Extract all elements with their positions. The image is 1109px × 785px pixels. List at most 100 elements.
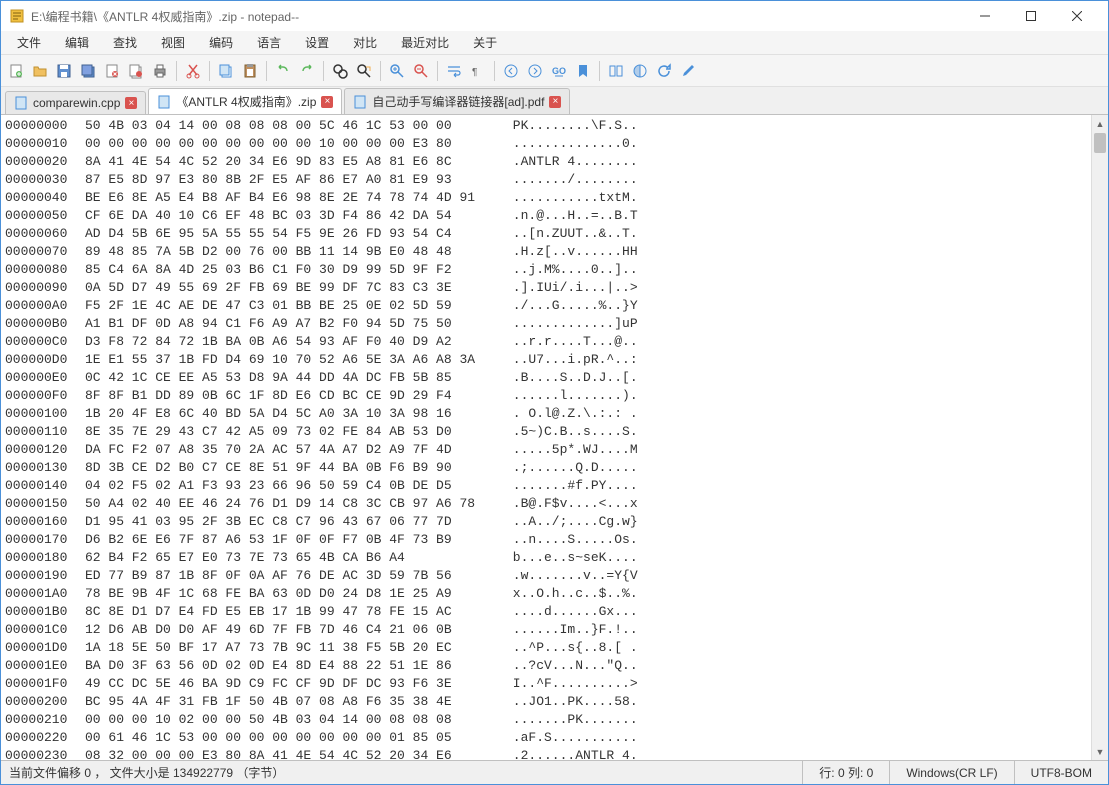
tab-close-icon[interactable]: × xyxy=(125,97,137,109)
file-icon xyxy=(14,96,28,110)
hex-row[interactable]: 0000008085 C4 6A 8A 4D 25 03 B6 C1 F0 30… xyxy=(5,261,1104,279)
tab-label: 《ANTLR 4权威指南》.zip xyxy=(176,93,316,110)
hex-row[interactable]: 0000015050 A4 02 40 EE 46 24 76 D1 D9 14… xyxy=(5,495,1104,513)
paste-icon[interactable] xyxy=(239,60,261,82)
hex-row[interactable]: 000001B08C 8E D1 D7 E4 FD E5 EB 17 1B 99… xyxy=(5,603,1104,621)
hex-row[interactable]: 00000190ED 77 B9 87 1B 8F 0F 0A AF 76 DE… xyxy=(5,567,1104,585)
hex-row[interactable]: 0000023008 32 00 00 00 E3 80 8A 41 4E 54… xyxy=(5,747,1104,760)
new-file-icon[interactable] xyxy=(5,60,27,82)
close-all-icon[interactable] xyxy=(125,60,147,82)
hex-row[interactable]: 0000007089 48 85 7A 5B D2 00 76 00 BB 11… xyxy=(5,243,1104,261)
hex-row[interactable]: 000000A0F5 2F 1E 4C AE DE 47 C3 01 BB BE… xyxy=(5,297,1104,315)
toolbar-separator xyxy=(323,61,324,81)
show-chars-icon[interactable]: ¶ xyxy=(467,60,489,82)
menu-compare[interactable]: 对比 xyxy=(341,31,389,54)
hex-row[interactable]: 0000021000 00 00 10 02 00 00 50 4B 03 04… xyxy=(5,711,1104,729)
hex-row[interactable]: 000000E00C 42 1C CE EE A5 53 D8 9A 44 DD… xyxy=(5,369,1104,387)
undo-icon[interactable] xyxy=(272,60,294,82)
menu-language[interactable]: 语言 xyxy=(245,31,293,54)
refresh-icon[interactable] xyxy=(653,60,675,82)
open-file-icon[interactable] xyxy=(29,60,51,82)
hex-row[interactable]: 000001C012 D6 AB D0 D0 AF 49 6D 7F FB 7D… xyxy=(5,621,1104,639)
menubar: 文件 编辑 查找 视图 编码 语言 设置 对比 最近对比 关于 xyxy=(1,31,1108,55)
save-all-icon[interactable] xyxy=(77,60,99,82)
tab-antlr-zip[interactable]: 《ANTLR 4权威指南》.zip × xyxy=(148,88,342,114)
compare-icon[interactable] xyxy=(605,60,627,82)
hex-row[interactable]: 000001E0BA D0 3F 63 56 0D 02 0D E4 8D E4… xyxy=(5,657,1104,675)
menu-recent-compare[interactable]: 最近对比 xyxy=(389,31,461,54)
status-eol[interactable]: Windows(CR LF) xyxy=(889,761,1013,784)
menu-view[interactable]: 视图 xyxy=(149,31,197,54)
hex-row[interactable]: 0000001000 00 00 00 00 00 00 00 00 00 10… xyxy=(5,135,1104,153)
scroll-up-arrow[interactable]: ▲ xyxy=(1092,115,1108,132)
hex-row[interactable]: 000001A078 BE 9B 4F 1C 68 FE BA 63 0D D0… xyxy=(5,585,1104,603)
hex-row[interactable]: 000000208A 41 4E 54 4C 52 20 34 E6 9D 83… xyxy=(5,153,1104,171)
hex-row[interactable]: 0000018062 B4 F2 65 E7 E0 73 7E 73 65 4B… xyxy=(5,549,1104,567)
copy-icon[interactable] xyxy=(215,60,237,82)
tab-label: 自己动手写编译器链接器[ad].pdf xyxy=(372,93,544,110)
editor-area[interactable]: 0000000050 4B 03 04 14 00 08 08 08 00 5C… xyxy=(1,115,1108,760)
hex-row[interactable]: 000000C0D3 F8 72 84 72 1B BA 0B A6 54 93… xyxy=(5,333,1104,351)
hex-row[interactable]: 00000040BE E6 8E A5 E4 B8 AF B4 E6 98 8E… xyxy=(5,189,1104,207)
prev-icon[interactable] xyxy=(500,60,522,82)
hex-row[interactable]: 000001001B 20 4F E8 6C 40 BD 5A D4 5C A0… xyxy=(5,405,1104,423)
tab-comparewin[interactable]: comparewin.cpp × xyxy=(5,91,146,114)
print-icon[interactable] xyxy=(149,60,171,82)
hex-row[interactable]: 00000060AD D4 5B 6E 95 5A 55 55 54 F5 9E… xyxy=(5,225,1104,243)
maximize-button[interactable] xyxy=(1008,1,1054,31)
file-icon xyxy=(157,95,171,109)
hex-row[interactable]: 0000022000 61 46 1C 53 00 00 00 00 00 00… xyxy=(5,729,1104,747)
bookmark-icon[interactable] xyxy=(572,60,594,82)
hex-row[interactable]: 000000900A 5D D7 49 55 69 2F FB 69 BE 99… xyxy=(5,279,1104,297)
next-icon[interactable] xyxy=(524,60,546,82)
scroll-down-arrow[interactable]: ▼ xyxy=(1092,743,1108,760)
status-encoding[interactable]: UTF8-BOM xyxy=(1014,761,1108,784)
scroll-thumb[interactable] xyxy=(1094,133,1106,153)
edit-icon[interactable] xyxy=(677,60,699,82)
close-file-icon[interactable] xyxy=(101,60,123,82)
hex-row[interactable]: 000000B0A1 B1 DF 0D A8 94 C1 F6 A9 A7 B2… xyxy=(5,315,1104,333)
hex-row[interactable]: 00000050CF 6E DA 40 10 C6 EF 48 BC 03 3D… xyxy=(5,207,1104,225)
word-wrap-icon[interactable] xyxy=(443,60,465,82)
zoom-out-icon[interactable] xyxy=(410,60,432,82)
toolbar-separator xyxy=(209,61,210,81)
menu-about[interactable]: 关于 xyxy=(461,31,509,54)
status-position: 行: 0 列: 0 xyxy=(802,761,889,784)
hex-row[interactable]: 00000200BC 95 4A 4F 31 FB 1F 50 4B 07 08… xyxy=(5,693,1104,711)
menu-find[interactable]: 查找 xyxy=(101,31,149,54)
tab-compiler-pdf[interactable]: 自己动手写编译器链接器[ad].pdf × xyxy=(344,88,570,114)
file-icon xyxy=(353,95,367,109)
tab-close-icon[interactable]: × xyxy=(321,96,333,108)
replace-icon[interactable] xyxy=(353,60,375,82)
goto-icon[interactable]: GO xyxy=(548,60,570,82)
zoom-in-icon[interactable] xyxy=(386,60,408,82)
hex-row[interactable]: 000001108E 35 7E 29 43 C7 42 A5 09 73 02… xyxy=(5,423,1104,441)
hex-row[interactable]: 000001308D 3B CE D2 B0 C7 CE 8E 51 9F 44… xyxy=(5,459,1104,477)
hex-row[interactable]: 00000170D6 B2 6E E6 7F 87 A6 53 1F 0F 0F… xyxy=(5,531,1104,549)
save-icon[interactable] xyxy=(53,60,75,82)
hex-row[interactable]: 000001D01A 18 5E 50 BF 17 A7 73 7B 9C 11… xyxy=(5,639,1104,657)
redo-icon[interactable] xyxy=(296,60,318,82)
svg-text:¶: ¶ xyxy=(472,67,477,78)
hex-row[interactable]: 000000F08F 8F B1 DD 89 0B 6C 1F 8D E6 CD… xyxy=(5,387,1104,405)
minimize-button[interactable] xyxy=(962,1,1008,31)
find-icon[interactable] xyxy=(329,60,351,82)
vertical-scrollbar[interactable]: ▲ ▼ xyxy=(1091,115,1108,760)
hex-view[interactable]: 0000000050 4B 03 04 14 00 08 08 08 00 5C… xyxy=(1,115,1108,760)
diff-icon[interactable] xyxy=(629,60,651,82)
cut-icon[interactable] xyxy=(182,60,204,82)
toolbar-separator xyxy=(599,61,600,81)
hex-row[interactable]: 0000000050 4B 03 04 14 00 08 08 08 00 5C… xyxy=(5,117,1104,135)
menu-edit[interactable]: 编辑 xyxy=(53,31,101,54)
hex-row[interactable]: 000001F049 CC DC 5E 46 BA 9D C9 FC CF 9D… xyxy=(5,675,1104,693)
hex-row[interactable]: 0000014004 02 F5 02 A1 F3 93 23 66 96 50… xyxy=(5,477,1104,495)
hex-row[interactable]: 00000120DA FC F2 07 A8 35 70 2A AC 57 4A… xyxy=(5,441,1104,459)
close-button[interactable] xyxy=(1054,1,1100,31)
tab-close-icon[interactable]: × xyxy=(549,96,561,108)
menu-file[interactable]: 文件 xyxy=(5,31,53,54)
hex-row[interactable]: 00000160D1 95 41 03 95 2F 3B EC C8 C7 96… xyxy=(5,513,1104,531)
hex-row[interactable]: 0000003087 E5 8D 97 E3 80 8B 2F E5 AF 86… xyxy=(5,171,1104,189)
hex-row[interactable]: 000000D01E E1 55 37 1B FD D4 69 10 70 52… xyxy=(5,351,1104,369)
menu-encoding[interactable]: 编码 xyxy=(197,31,245,54)
menu-settings[interactable]: 设置 xyxy=(293,31,341,54)
